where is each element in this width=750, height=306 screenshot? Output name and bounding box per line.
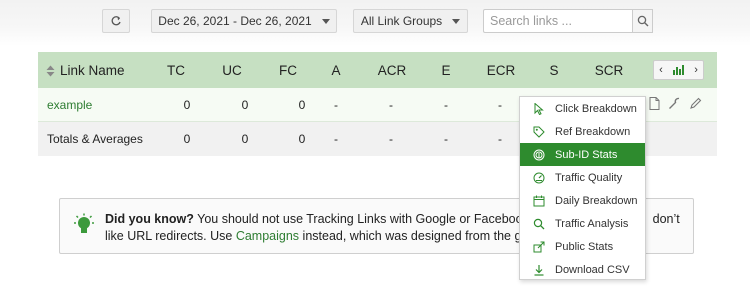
link-groups-label: All Link Groups	[360, 14, 443, 28]
column-uc[interactable]: UC	[220, 63, 244, 78]
calendar-icon	[533, 195, 545, 207]
tip-line2-start: like URL redirects. Use	[105, 229, 236, 243]
link-name[interactable]: example	[47, 98, 92, 112]
link-groups-dropdown[interactable]: All Link Groups	[353, 9, 468, 33]
wrench-icon[interactable]	[668, 97, 681, 110]
refresh-icon	[111, 16, 121, 26]
menu-item-traffic-quality[interactable]: Traffic Quality	[520, 166, 645, 189]
stats-dropdown-menu: Click Breakdown Ref Breakdown Sub-ID Sta…	[519, 96, 646, 280]
cell-tc: 0	[183, 97, 191, 112]
cell-fc: 0	[298, 97, 306, 112]
cell-acr: -	[389, 97, 393, 112]
column-ecr[interactable]: ECR	[484, 63, 518, 78]
tip-heading: Did you know?	[105, 212, 194, 226]
table-header: Link Name TC UC FC A ACR E ECR S SCR ‹ ›	[38, 52, 717, 88]
tip-line1: You should not use Tracking Links with G…	[193, 212, 557, 226]
menu-item-download-csv[interactable]: Download CSV	[520, 258, 645, 281]
menu-item-label: Traffic Analysis	[555, 217, 629, 230]
column-e[interactable]: E	[438, 63, 454, 78]
tip-line2-end: instead, which was designed from the gro…	[299, 229, 554, 243]
totals-label: Totals & Averages	[47, 132, 143, 146]
fingerprint-icon	[533, 149, 545, 161]
menu-item-label: Click Breakdown	[555, 102, 637, 115]
menu-item-sub-id-stats[interactable]: Sub-ID Stats	[520, 143, 645, 166]
cell-fc: 0	[298, 132, 306, 146]
menu-item-ref-breakdown[interactable]: Ref Breakdown	[520, 120, 645, 143]
toolbar: Dec 26, 2021 - Dec 26, 2021 All Link Gro…	[0, 0, 750, 46]
column-acr[interactable]: ACR	[375, 63, 409, 78]
tag-icon	[533, 126, 545, 138]
tip-line1-end: don’t	[652, 212, 680, 226]
menu-item-label: Ref Breakdown	[555, 125, 631, 138]
menu-item-click-breakdown[interactable]: Click Breakdown	[520, 97, 645, 120]
cell-uc: 0	[241, 97, 249, 112]
menu-item-label: Sub-ID Stats	[555, 148, 618, 161]
bar-chart-icon	[673, 65, 684, 75]
date-range-label: Dec 26, 2021 - Dec 26, 2021	[158, 14, 312, 28]
chevron-right-icon[interactable]: ›	[694, 64, 698, 76]
column-s[interactable]: S	[546, 63, 562, 78]
document-icon[interactable]	[649, 97, 660, 110]
download-icon	[533, 264, 545, 276]
column-tc[interactable]: TC	[164, 63, 188, 78]
refresh-button[interactable]	[102, 9, 130, 33]
share-icon	[533, 241, 545, 253]
date-range-button[interactable]: Dec 26, 2021 - Dec 26, 2021	[151, 9, 337, 33]
cell-ecr: -	[498, 97, 502, 112]
chevron-down-icon	[321, 18, 330, 24]
menu-item-public-stats[interactable]: Public Stats	[520, 235, 645, 258]
search-input[interactable]	[483, 9, 633, 33]
cell-uc: 0	[241, 132, 249, 146]
sort-icon	[46, 65, 55, 77]
search-button[interactable]	[632, 9, 653, 33]
cell-e: -	[444, 97, 448, 112]
search-icon	[637, 15, 648, 27]
menu-item-label: Public Stats	[555, 240, 614, 253]
cell-e: -	[444, 132, 448, 146]
search-icon	[533, 218, 545, 230]
menu-item-label: Traffic Quality	[555, 171, 623, 184]
chart-toggle[interactable]: ‹ ›	[653, 60, 704, 80]
column-a[interactable]: A	[327, 63, 345, 78]
search-box	[483, 9, 653, 33]
cell-ecr: -	[498, 132, 502, 146]
lightbulb-icon	[74, 213, 94, 233]
column-link-name[interactable]: Link Name	[46, 63, 125, 78]
gauge-icon	[533, 172, 545, 184]
cell-a: -	[334, 132, 338, 146]
cell-acr: -	[389, 132, 393, 146]
menu-item-traffic-analysis[interactable]: Traffic Analysis	[520, 212, 645, 235]
column-fc[interactable]: FC	[276, 63, 300, 78]
cursor-icon	[533, 102, 545, 115]
chevron-left-icon[interactable]: ‹	[659, 64, 663, 76]
column-label: Link Name	[60, 62, 125, 78]
menu-item-daily-breakdown[interactable]: Daily Breakdown	[520, 189, 645, 212]
pencil-icon[interactable]	[689, 97, 702, 110]
menu-item-label: Download CSV	[555, 263, 630, 276]
cell-a: -	[334, 97, 338, 112]
chevron-down-icon	[452, 18, 461, 24]
campaigns-link[interactable]: Campaigns	[236, 229, 299, 243]
cell-tc: 0	[183, 132, 191, 146]
column-scr[interactable]: SCR	[592, 63, 626, 78]
menu-item-label: Daily Breakdown	[555, 194, 638, 207]
row-actions	[649, 97, 702, 110]
